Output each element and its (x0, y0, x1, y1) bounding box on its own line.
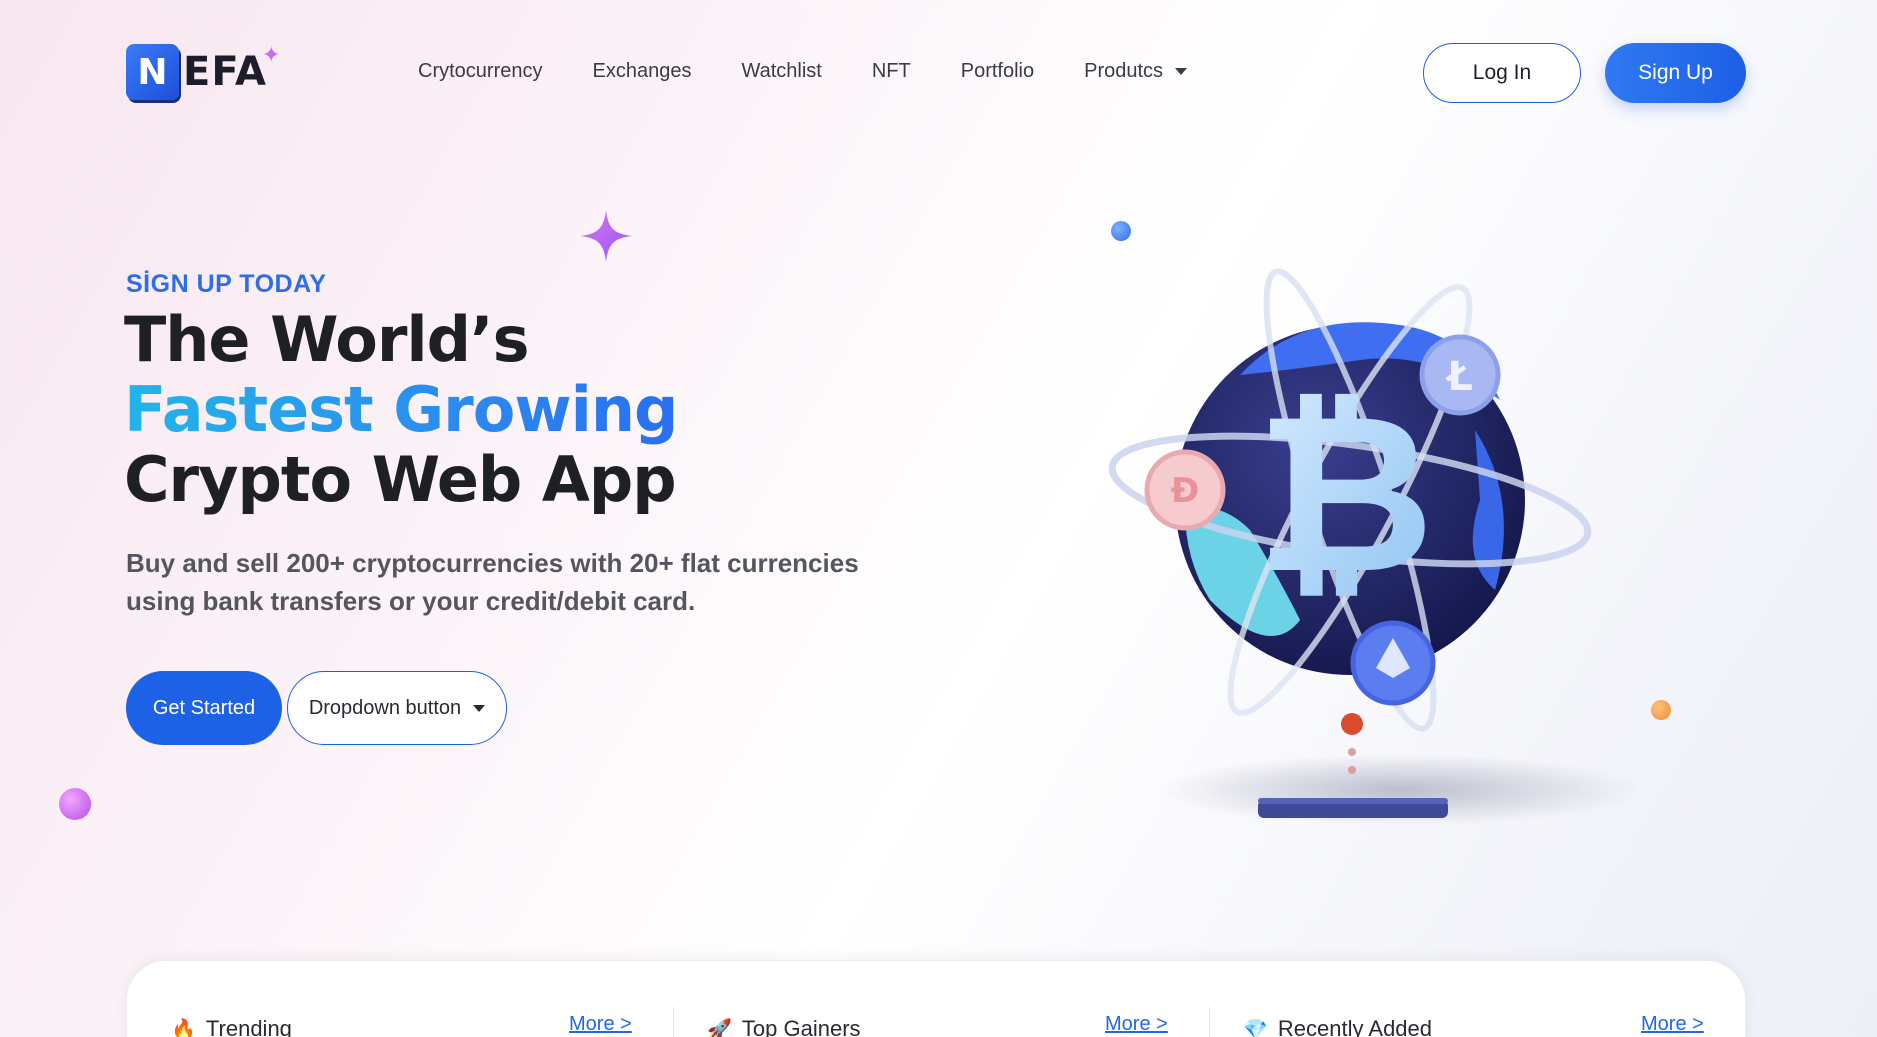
hero-description: Buy and sell 200+ cryptocurrencies with … (126, 548, 859, 616)
recently-added-more-link[interactable]: More > (1641, 1013, 1704, 1036)
brand-logo[interactable]: N EFA ✦ (126, 42, 280, 100)
trending-title: Trending (205, 1016, 292, 1037)
top-gainers-header: 🚀 Top Gainers (707, 1009, 861, 1037)
nav-item-nft[interactable]: NFT (872, 60, 911, 83)
hero-dropdown-button[interactable]: Dropdown button (287, 671, 507, 745)
hero-title-line1: The World’s (124, 303, 530, 376)
nav-item-cryptocurrency[interactable]: Crytocurrency (418, 60, 542, 83)
recently-added-title: Recently Added (1277, 1016, 1433, 1037)
divider (1209, 1007, 1210, 1037)
hero-dropdown-label: Dropdown button (308, 696, 462, 719)
caret-down-icon (1175, 68, 1188, 75)
signup-button[interactable]: Sign Up (1605, 43, 1746, 103)
svg-text:Ł: Ł (1445, 354, 1473, 400)
top-gainers-title: Top Gainers (741, 1016, 861, 1037)
crypto-globe-illustration: ₿ Đ Ł (1108, 268, 1640, 826)
sparkle-icon: ✦ (262, 42, 281, 67)
nav-item-exchanges[interactable]: Exchanges (592, 60, 691, 83)
nav-item-watchlist[interactable]: Watchlist (741, 60, 821, 83)
login-button[interactable]: Log In (1423, 43, 1581, 103)
logo-mark: N (126, 44, 179, 100)
market-tabs-card: 🔥 Trending More > 🚀 Top Gainers More > 💎… (126, 960, 1746, 1037)
svg-text:₿: ₿ (1255, 366, 1434, 622)
nav-item-portfolio[interactable]: Portfolio (961, 60, 1034, 83)
hero-eyebrow: SİGN UP TODAY (126, 270, 327, 298)
top-gainers-more-link[interactable]: More > (1105, 1013, 1168, 1036)
hero-title: The World’s Fastest Growing Crypto Web A… (124, 303, 678, 516)
fire-icon: 🔥 (171, 1018, 196, 1037)
recently-added-header: 💎 Recently Added (1243, 1009, 1432, 1037)
hero-title-line3: Crypto Web App (124, 443, 677, 516)
nav-item-products-dropdown[interactable]: Produtcs (1084, 60, 1188, 83)
rocket-icon: 🚀 (707, 1018, 732, 1037)
hero-title-highlight: Fastest Growing (124, 373, 678, 446)
sparkle-icon (580, 210, 632, 262)
svg-text:Đ: Đ (1171, 471, 1200, 511)
caret-down-icon (473, 704, 486, 712)
trending-more-link[interactable]: More > (569, 1013, 632, 1036)
trending-header: 🔥 Trending (171, 1009, 292, 1037)
site-header: N EFA ✦ Crytocurrency Exchanges Watchlis… (0, 0, 1877, 146)
diamond-icon: 💎 (1243, 1018, 1268, 1037)
logo-text: EFA (183, 49, 268, 95)
main-nav: Crytocurrency Exchanges Watchlist NFT Po… (418, 60, 1237, 83)
decor-dot (59, 788, 91, 820)
get-started-button[interactable]: Get Started (126, 671, 282, 745)
divider (673, 1007, 674, 1037)
nav-item-products-label: Produtcs (1084, 60, 1164, 82)
